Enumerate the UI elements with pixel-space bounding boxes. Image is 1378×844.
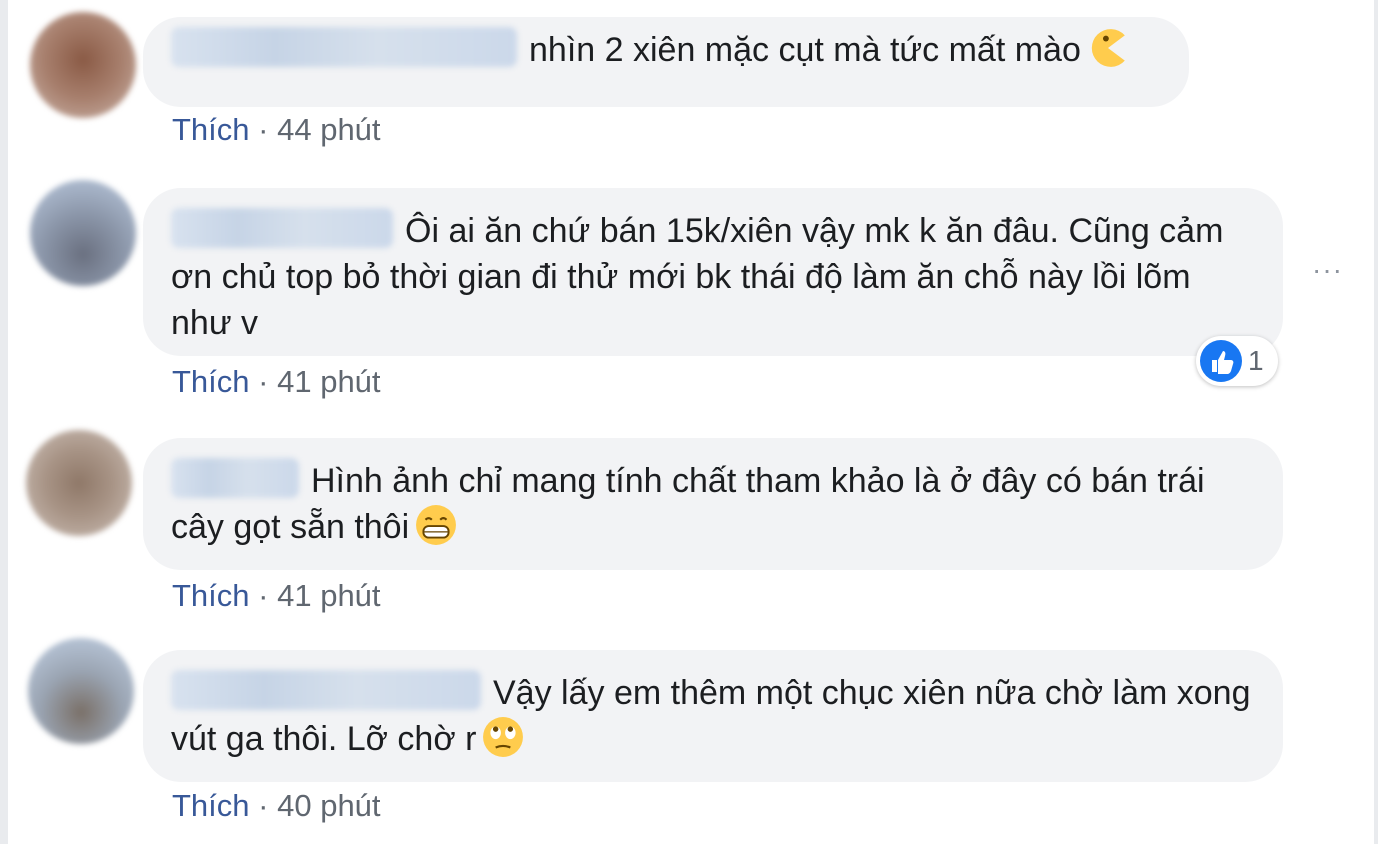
like-button[interactable]: Thích xyxy=(172,788,250,823)
eye-roll-emoji xyxy=(483,717,524,757)
comment-timestamp[interactable]: 41 phút xyxy=(277,364,380,399)
pacman-emoji xyxy=(1091,29,1125,67)
comment-timestamp[interactable]: 41 phút xyxy=(277,578,380,613)
avatar[interactable] xyxy=(30,12,136,118)
like-button[interactable]: Thích xyxy=(172,578,250,613)
commenter-name-blurred[interactable] xyxy=(171,208,393,248)
comment-bubble: Hình ảnh chỉ mang tính chất tham khảo là… xyxy=(143,438,1283,570)
comment-text: Hình ảnh chỉ mang tính chất tham khảo là… xyxy=(171,462,1205,546)
like-button[interactable]: Thích xyxy=(172,112,250,147)
page-right-edge xyxy=(1374,0,1378,844)
comment-text: nhìn 2 xiên mặc cụt mà tức mất mào xyxy=(529,31,1081,69)
comment-actions: Thích · 44 phút xyxy=(172,112,381,148)
like-button[interactable]: Thích xyxy=(172,364,250,399)
avatar[interactable] xyxy=(30,180,136,286)
commenter-name-blurred[interactable] xyxy=(171,458,299,498)
comment-timestamp[interactable]: 44 phút xyxy=(277,112,380,147)
page-left-edge xyxy=(0,0,8,844)
comment-actions: Thích · 41 phút xyxy=(172,578,381,614)
comment-actions: Thích · 40 phút xyxy=(172,788,381,824)
comment-bubble: Vậy lấy em thêm một chục xiên nữa chờ là… xyxy=(143,650,1283,782)
separator-dot: · xyxy=(258,112,269,147)
separator-dot: · xyxy=(258,788,269,823)
grinning-emoji xyxy=(416,505,457,545)
comment-timestamp[interactable]: 40 phút xyxy=(277,788,380,823)
separator-dot: · xyxy=(258,364,269,399)
separator-dot: · xyxy=(258,578,269,613)
comment-actions: Thích · 41 phút xyxy=(172,364,381,400)
avatar[interactable] xyxy=(26,430,132,536)
reaction-count: 1 xyxy=(1248,345,1264,376)
comment-bubble: Ôi ai ăn chứ bán 15k/xiên vậy mk k ăn đâ… xyxy=(143,188,1283,356)
commenter-name-blurred[interactable] xyxy=(171,670,481,710)
more-options-icon[interactable]: ··· xyxy=(1312,254,1343,286)
like-thumb-icon xyxy=(1200,340,1242,382)
avatar[interactable] xyxy=(28,638,134,744)
reaction-summary[interactable]: 1 xyxy=(1196,336,1278,386)
commenter-name-blurred[interactable] xyxy=(171,27,517,67)
comment-bubble: nhìn 2 xiên mặc cụt mà tức mất mào xyxy=(143,17,1189,107)
